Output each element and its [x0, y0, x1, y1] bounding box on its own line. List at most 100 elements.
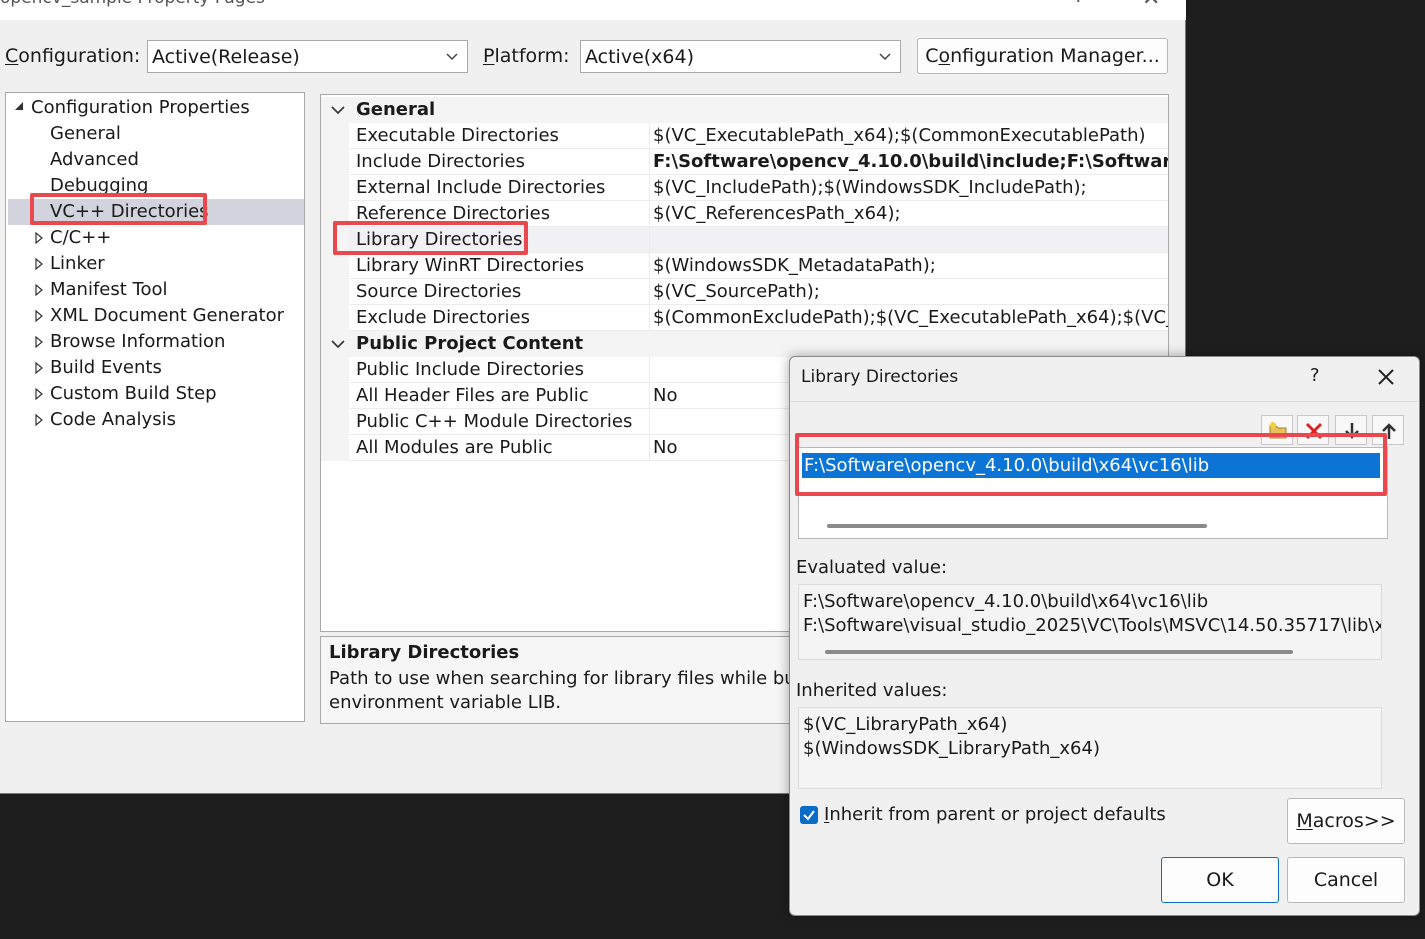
- property-name: All Modules are Public: [356, 437, 553, 458]
- inherit-checkbox-label[interactable]: Inherit from parent or project defaults: [824, 804, 1166, 825]
- property-name: Exclude Directories: [356, 307, 530, 328]
- collapsed-arrow-icon[interactable]: [34, 310, 44, 322]
- tree-item[interactable]: Custom Build Step: [50, 381, 217, 407]
- property-row[interactable]: Include Directories F:\Software\opencv_4.…: [321, 149, 1168, 175]
- column-separator: [649, 201, 650, 227]
- property-name: External Include Directories: [356, 177, 606, 198]
- property-name: Library WinRT Directories: [356, 255, 585, 276]
- configuration-value: Active(Release): [152, 46, 300, 68]
- highlight-entry: [795, 433, 1387, 496]
- property-value[interactable]: $(VC_SourcePath);: [653, 281, 820, 302]
- window-titlebar: opencv_sample Property Pages ? ✕: [0, 0, 1186, 20]
- inherited-line: $(WindowsSDK_LibraryPath_x64): [803, 738, 1100, 759]
- collapsed-arrow-icon[interactable]: [34, 258, 44, 270]
- chevron-down-icon[interactable]: [331, 339, 345, 349]
- tree-item[interactable]: XML Document Generator: [50, 303, 284, 329]
- configuration-label: Configuration:: [5, 45, 141, 67]
- property-value[interactable]: $(WindowsSDK_MetadataPath);: [653, 255, 936, 276]
- expanded-arrow-icon[interactable]: [14, 101, 24, 113]
- collapsed-arrow-icon[interactable]: [34, 414, 44, 426]
- evaluated-value-label: Evaluated value:: [796, 557, 948, 578]
- tree-item[interactable]: General: [50, 121, 121, 147]
- row-gutter: [321, 305, 349, 331]
- category-label: General: [356, 99, 436, 120]
- property-value[interactable]: No: [653, 437, 677, 458]
- configuration-manager-button[interactable]: Configuration Manager...: [917, 38, 1168, 74]
- property-value[interactable]: $(VC_ExecutablePath_x64);$(CommonExecuta…: [653, 125, 1146, 146]
- dialog-close-icon[interactable]: [1374, 365, 1398, 389]
- collapsed-arrow-icon[interactable]: [34, 284, 44, 296]
- column-separator: [649, 409, 650, 435]
- ok-button[interactable]: OK: [1161, 857, 1279, 903]
- collapsed-arrow-icon[interactable]: [34, 232, 44, 244]
- chevron-down-icon[interactable]: [331, 105, 345, 115]
- evaluated-line: F:\Software\visual_studio_2025\VC\Tools\…: [803, 615, 1382, 636]
- collapsed-arrow-icon[interactable]: [34, 336, 44, 348]
- platform-combo[interactable]: Active(x64): [580, 40, 901, 73]
- column-separator: [649, 123, 650, 149]
- tree-item[interactable]: Build Events: [50, 355, 162, 381]
- inherit-checkbox[interactable]: [800, 806, 818, 824]
- column-separator: [649, 253, 650, 279]
- platform-value: Active(x64): [585, 46, 695, 68]
- category-label: Public Project Content: [356, 333, 584, 354]
- inherited-values-label: Inherited values:: [796, 680, 948, 701]
- column-separator: [649, 305, 650, 331]
- highlight-vc-directories: [30, 193, 207, 225]
- property-name: Include Directories: [356, 151, 526, 172]
- property-name: Public Include Directories: [356, 359, 584, 380]
- row-gutter: [321, 175, 349, 201]
- tree-item[interactable]: C/C++: [50, 225, 111, 251]
- row-gutter: [321, 383, 349, 409]
- property-row[interactable]: Library WinRT Directories $(WindowsSDK_Me…: [321, 253, 1168, 279]
- property-value[interactable]: $(VC_IncludePath);$(WindowsSDK_IncludePa…: [653, 177, 1087, 198]
- cancel-button[interactable]: Cancel: [1287, 857, 1405, 903]
- chevron-down-icon: [446, 53, 458, 61]
- property-row[interactable]: Executable Directories $(VC_ExecutablePat…: [321, 123, 1168, 149]
- property-name: All Header Files are Public: [356, 385, 589, 406]
- tree-item[interactable]: Advanced: [50, 147, 139, 173]
- grid-category[interactable]: Public Project Content: [321, 331, 1168, 357]
- property-value[interactable]: No: [653, 385, 677, 406]
- library-directories-dialog: Library Directories ? F:\Software\opencv…: [789, 356, 1420, 916]
- help-icon[interactable]: ?: [1074, 0, 1084, 7]
- dialog-divider: [790, 401, 1419, 402]
- macros-button[interactable]: Macros>>: [1287, 798, 1405, 844]
- property-name: Source Directories: [356, 281, 522, 302]
- inherited-line: $(VC_LibraryPath_x64): [803, 714, 1008, 735]
- row-gutter: [321, 357, 349, 383]
- tree-item[interactable]: Linker: [50, 251, 105, 277]
- dialog-help-icon[interactable]: ?: [1310, 365, 1320, 386]
- horizontal-scrollbar[interactable]: [825, 650, 1293, 654]
- column-separator: [649, 175, 650, 201]
- close-icon[interactable]: ✕: [1142, 0, 1160, 11]
- column-separator: [649, 383, 650, 409]
- property-value[interactable]: $(VC_ReferencesPath_x64);: [653, 203, 901, 224]
- highlight-library-directories: [333, 221, 528, 255]
- column-separator: [649, 357, 650, 383]
- property-value[interactable]: F:\Software\opencv_4.10.0\build\include;…: [653, 151, 1168, 172]
- property-row[interactable]: External Include Directories $(VC_Include…: [321, 175, 1168, 201]
- tree-item[interactable]: Code Analysis: [50, 407, 176, 433]
- evaluated-line: F:\Software\opencv_4.10.0\build\x64\vc16…: [803, 591, 1209, 612]
- property-value[interactable]: $(CommonExcludePath);$(VC_ExecutablePath…: [653, 307, 1168, 328]
- column-separator: [649, 227, 650, 253]
- collapsed-arrow-icon[interactable]: [34, 388, 44, 400]
- property-row[interactable]: Source Directories $(VC_SourcePath);: [321, 279, 1168, 305]
- row-gutter: [321, 149, 349, 175]
- checkmark-icon: [803, 810, 815, 821]
- tree-root[interactable]: Configuration Properties: [31, 95, 250, 121]
- property-row[interactable]: Exclude Directories $(CommonExcludePath);…: [321, 305, 1168, 331]
- row-gutter: [321, 435, 349, 461]
- collapsed-arrow-icon[interactable]: [34, 362, 44, 374]
- configuration-combo[interactable]: Active(Release): [147, 40, 468, 73]
- tree-item[interactable]: Manifest Tool: [50, 277, 168, 303]
- property-name: Executable Directories: [356, 125, 559, 146]
- column-separator: [649, 279, 650, 305]
- tree-item[interactable]: Browse Information: [50, 329, 225, 355]
- description-title: Library Directories: [329, 642, 520, 663]
- row-gutter: [321, 253, 349, 279]
- column-separator: [649, 435, 650, 461]
- grid-category[interactable]: General: [321, 97, 1168, 123]
- horizontal-scrollbar[interactable]: [827, 524, 1207, 528]
